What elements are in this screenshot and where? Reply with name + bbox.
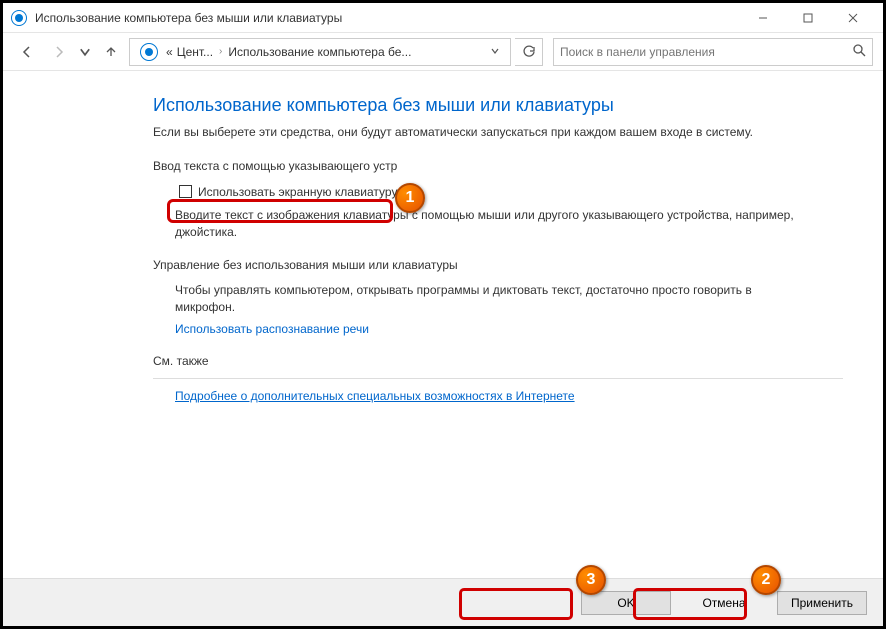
bottom-bar: OK Отмена Применить — [3, 578, 883, 626]
minimize-button[interactable] — [740, 4, 785, 32]
toolbar: « Цент... › Использование компьютера бе.… — [3, 33, 883, 71]
window-controls — [740, 4, 875, 32]
section-title-speech: Управление без использования мыши или кл… — [153, 258, 843, 272]
breadcrumb-prefix: « — [166, 45, 173, 59]
see-also-link[interactable]: Подробнее о дополнительных специальных в… — [175, 389, 575, 403]
forward-button[interactable] — [45, 38, 73, 66]
window-title: Использование компьютера без мыши или кл… — [35, 11, 740, 25]
back-button[interactable] — [13, 38, 41, 66]
ok-button[interactable]: OK — [581, 591, 671, 615]
maximize-button[interactable] — [785, 4, 830, 32]
speech-recognition-link[interactable]: Использовать распознавание речи — [175, 322, 369, 336]
breadcrumb[interactable]: « Цент... › Использование компьютера бе.… — [129, 38, 511, 66]
refresh-button[interactable] — [515, 38, 543, 66]
speech-description: Чтобы управлять компьютером, открывать п… — [175, 282, 795, 316]
page-description: Если вы выберете эти средства, они будут… — [153, 124, 793, 141]
onscreen-keyboard-checkbox[interactable] — [179, 185, 192, 198]
close-button[interactable] — [830, 4, 875, 32]
search-box[interactable] — [553, 38, 873, 66]
breadcrumb-seg-1[interactable]: Цент... — [177, 45, 213, 59]
content-area: Использование компьютера без мыши или кл… — [3, 71, 883, 578]
apply-button[interactable]: Применить — [777, 591, 867, 615]
search-input[interactable] — [560, 45, 852, 59]
search-icon[interactable] — [852, 43, 866, 60]
recent-button[interactable] — [77, 38, 93, 66]
control-panel-icon — [140, 43, 158, 61]
divider — [153, 378, 843, 379]
cancel-button[interactable]: Отмена — [679, 591, 769, 615]
onscreen-keyboard-checkbox-row[interactable]: Использовать экранную клавиатуру — [175, 183, 401, 201]
window: Использование компьютера без мыши или кл… — [3, 3, 883, 626]
titlebar: Использование компьютера без мыши или кл… — [3, 3, 883, 33]
section-title-onscreen-keyboard: Ввод текста с помощью указывающего устр — [153, 159, 843, 173]
app-icon — [11, 10, 27, 26]
onscreen-keyboard-label: Использовать экранную клавиатуру — [198, 185, 397, 199]
onscreen-keyboard-description: Вводите текст с изображения клавиатуры с… — [175, 207, 795, 241]
chevron-right-icon: › — [217, 46, 224, 57]
breadcrumb-seg-2[interactable]: Использование компьютера бе... — [228, 45, 411, 59]
up-button[interactable] — [97, 38, 125, 66]
see-also-title: См. также — [153, 354, 843, 368]
page-title: Использование компьютера без мыши или кл… — [153, 95, 843, 116]
chevron-down-icon[interactable] — [486, 45, 504, 59]
